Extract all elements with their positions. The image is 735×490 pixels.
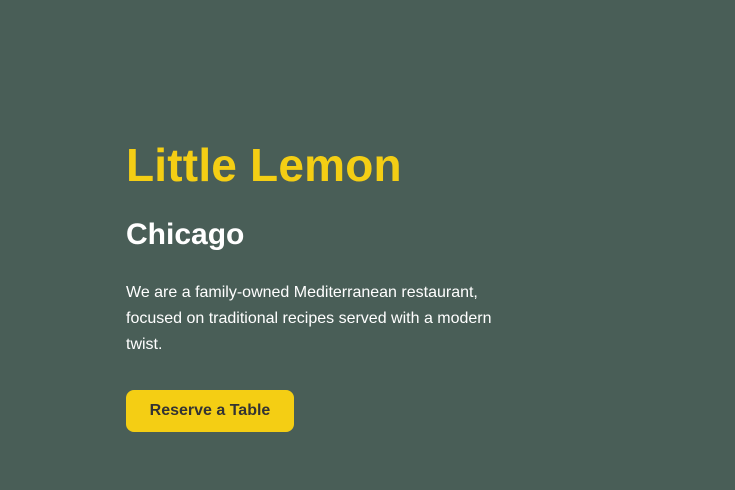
hero-content: Little Lemon Chicago We are a family-own… <box>126 138 506 432</box>
reserve-table-button[interactable]: Reserve a Table <box>126 390 294 432</box>
restaurant-description: We are a family-owned Mediterranean rest… <box>126 284 492 353</box>
hero-section: Little Lemon Chicago We are a family-own… <box>0 0 735 490</box>
restaurant-title: Little Lemon <box>126 139 402 191</box>
restaurant-location: Chicago <box>126 218 245 251</box>
